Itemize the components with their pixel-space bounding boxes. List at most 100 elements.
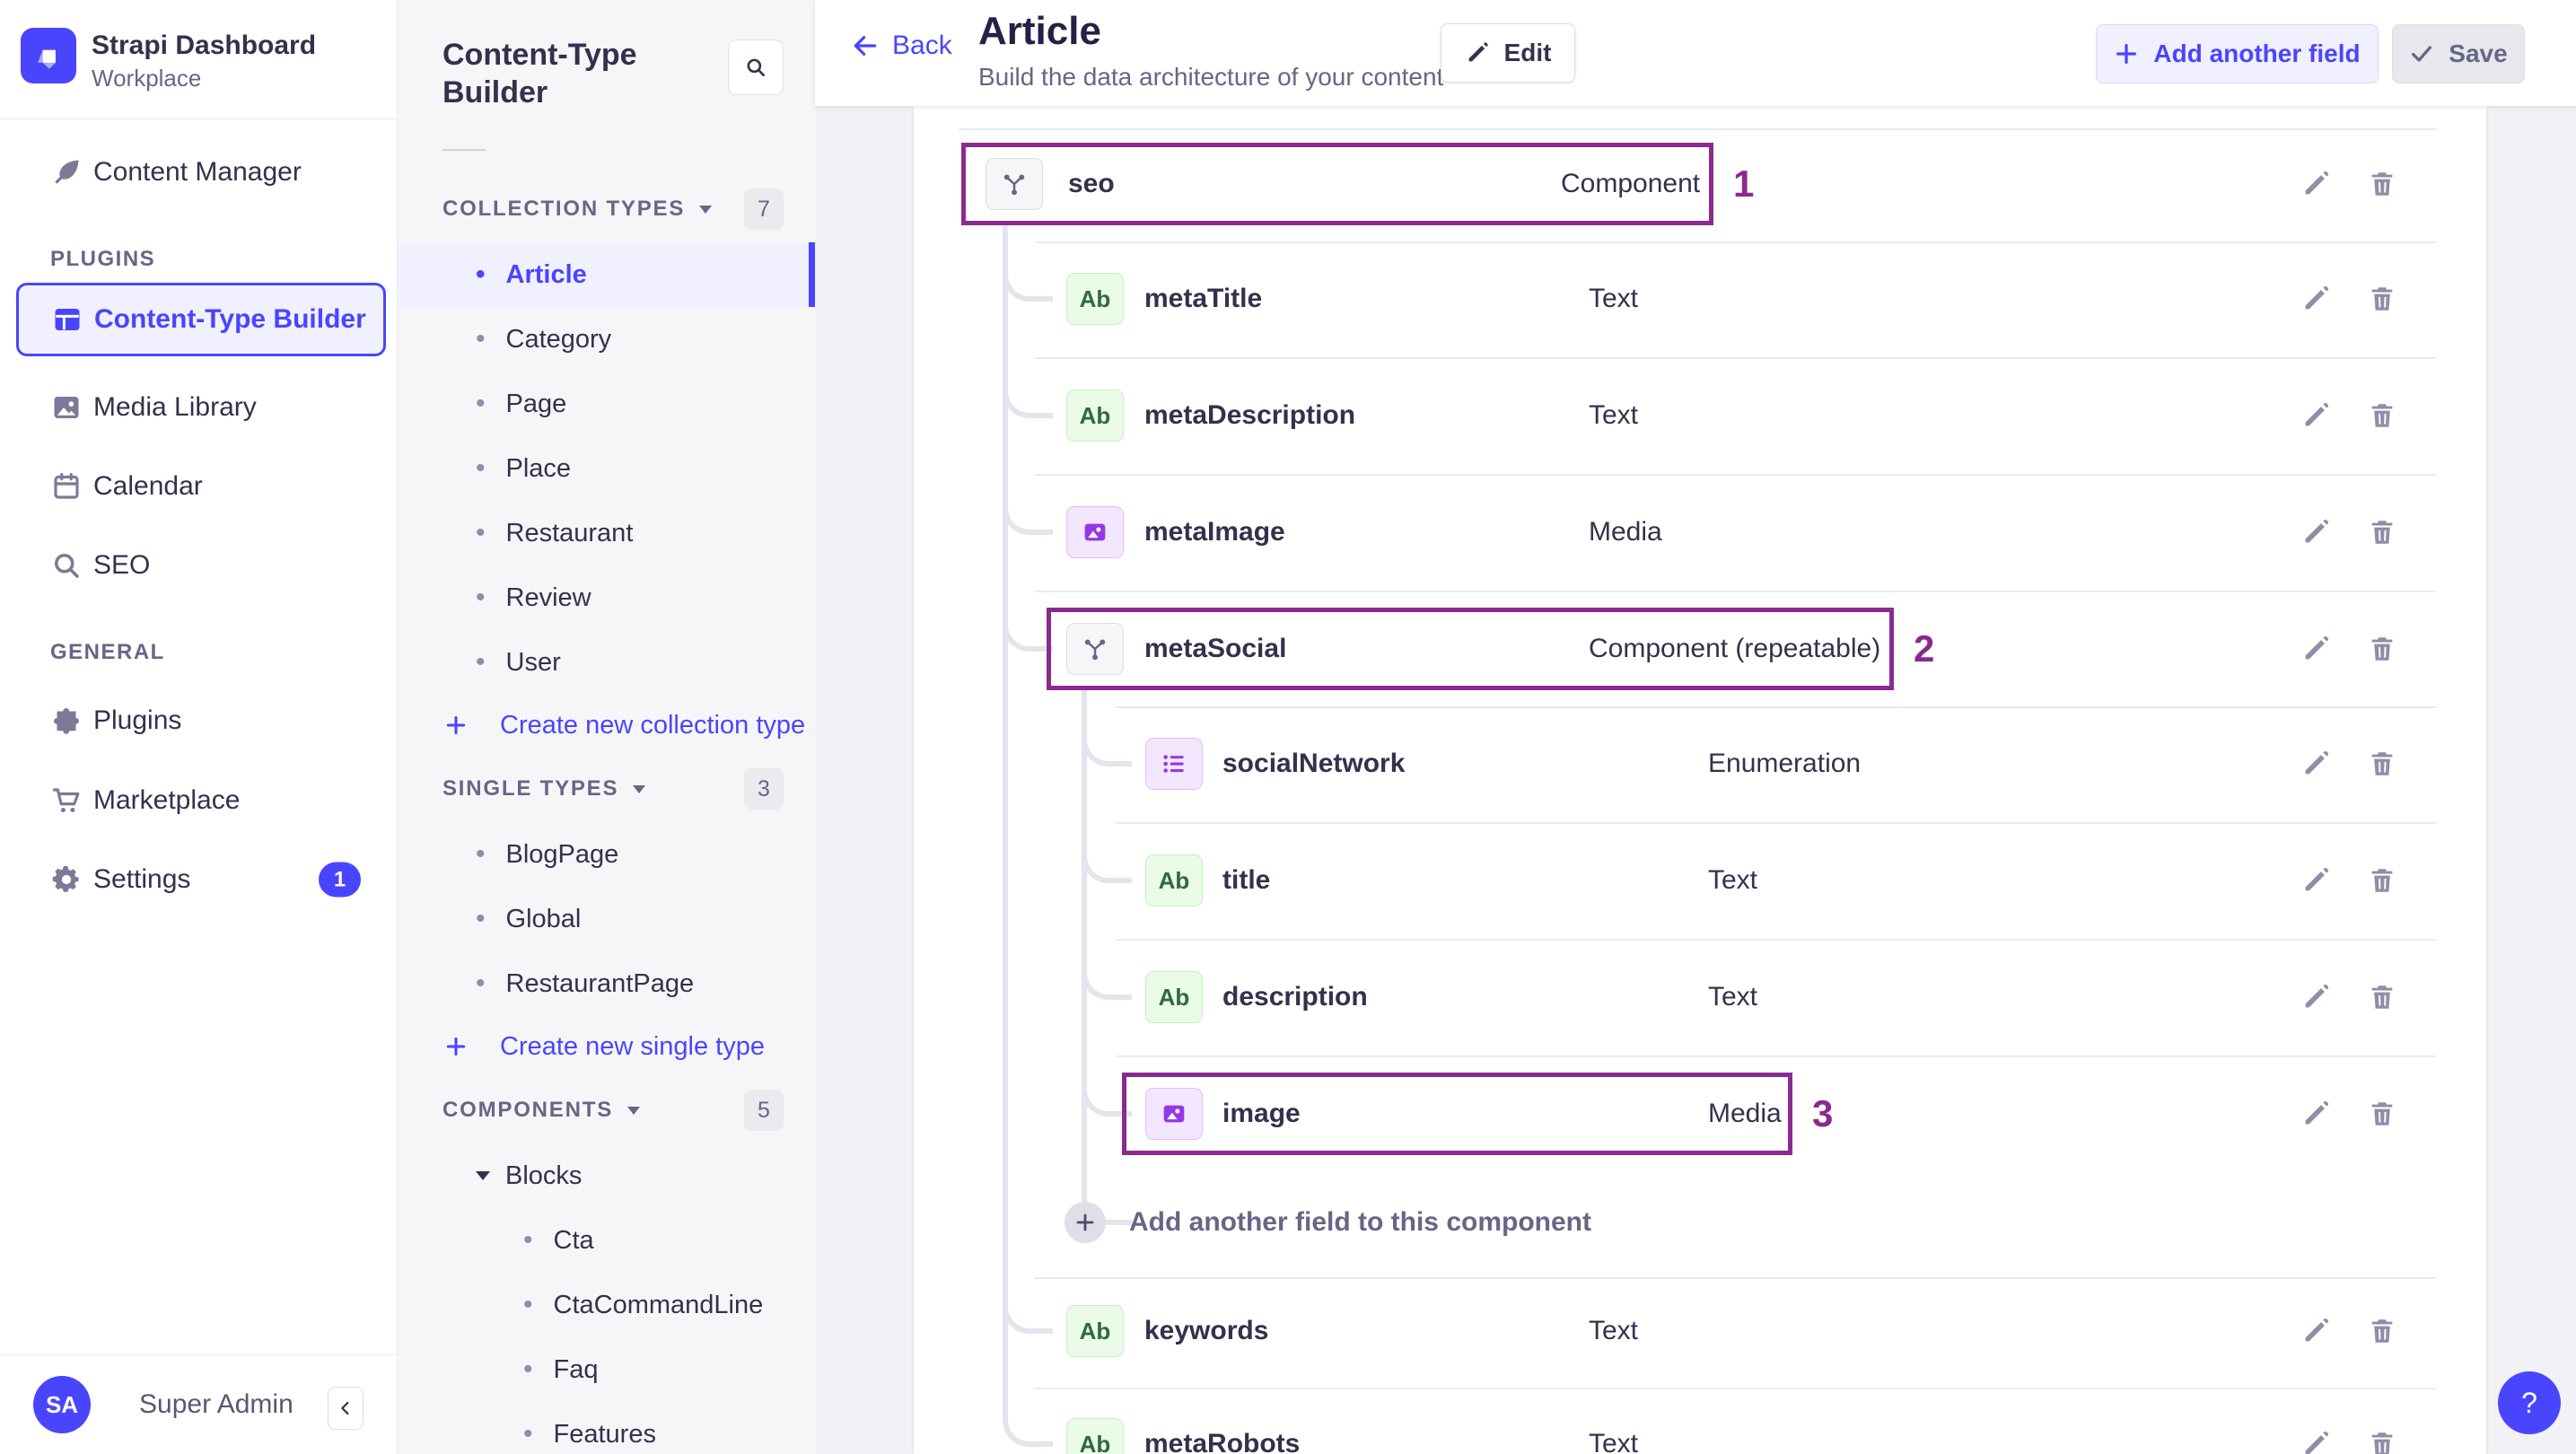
type-item-restaurantpage[interactable]: • RestaurantPage — [398, 951, 815, 1016]
row-divider — [1035, 474, 2436, 476]
type-item-review[interactable]: • Review — [398, 565, 815, 630]
edit-field-button[interactable] — [2296, 164, 2335, 204]
field-row-metaimage: metaImage Media — [914, 474, 2486, 591]
help-button[interactable]: ? — [2498, 1371, 2561, 1434]
content-type-builder-icon — [51, 303, 83, 336]
workspace-title: Strapi Dashboard — [92, 31, 317, 60]
bullet-icon: • — [476, 389, 486, 418]
pencil-icon — [2305, 402, 2329, 426]
type-item-blogpage[interactable]: • BlogPage — [398, 822, 815, 887]
save-button[interactable]: Save — [2392, 24, 2525, 83]
workspace-switcher[interactable]: Strapi Dashboard Workplace — [0, 0, 397, 119]
edit-label: Edit — [1503, 39, 1552, 66]
component-item-faq[interactable]: • Faq — [398, 1337, 815, 1402]
section-heading-components[interactable]: COMPONENTS 5 — [398, 1077, 815, 1143]
type-item-label: Place — [505, 453, 572, 483]
row-divider — [1116, 706, 2436, 708]
pencil-icon — [2305, 1100, 2329, 1125]
edit-field-button[interactable] — [2296, 977, 2335, 1017]
page-subtitle: Build the data architecture of your cont… — [978, 63, 1444, 91]
delete-field-button[interactable] — [2362, 396, 2402, 435]
bullet-icon: • — [476, 904, 486, 933]
sidebar-item-media-library[interactable]: Media Library — [0, 375, 398, 440]
edit-field-button[interactable] — [2296, 1094, 2335, 1134]
sidebar-item-label: Marketplace — [93, 785, 241, 815]
action-label: Create new single type — [500, 1031, 765, 1061]
edit-field-button[interactable] — [2296, 744, 2335, 784]
sidebar-item-plugins[interactable]: Plugins — [0, 688, 398, 753]
edit-field-button[interactable] — [2296, 1311, 2335, 1351]
sidebar-item-content-manager[interactable]: Content Manager — [0, 140, 398, 205]
ab-glyph: Ab — [1079, 1430, 1111, 1454]
edit-field-button[interactable] — [2296, 861, 2335, 900]
action-create-new-collection-type[interactable]: Create new collection type — [398, 695, 815, 756]
field-type: Text — [1589, 400, 1639, 430]
action-create-new-single-type[interactable]: Create new single type — [398, 1016, 815, 1077]
delete-field-button[interactable] — [2362, 279, 2402, 319]
sidebar-item-calendar[interactable]: Calendar — [0, 454, 398, 519]
add-field-plus-button[interactable] — [1065, 1202, 1106, 1243]
delete-field-button[interactable] — [2362, 1094, 2402, 1134]
type-item-article[interactable]: • Article — [398, 242, 815, 307]
help-label: ? — [2521, 1386, 2537, 1419]
field-type: Media — [1708, 1099, 1782, 1128]
sidebar-item-settings[interactable]: Settings 1 — [0, 847, 398, 912]
type-item-page[interactable]: • Page — [398, 372, 815, 436]
component-item-features[interactable]: • Features — [398, 1402, 815, 1454]
component-item-ctacommandline[interactable]: • CtaCommandLine — [398, 1273, 815, 1337]
user-row: SA Super Admin — [0, 1354, 398, 1454]
back-link[interactable]: Back — [851, 31, 952, 61]
edit-field-button[interactable] — [2296, 629, 2335, 669]
delete-field-button[interactable] — [2362, 629, 2402, 669]
trash-icon — [2371, 287, 2393, 311]
type-item-restaurant[interactable]: • Restaurant — [398, 501, 815, 565]
edit-field-button[interactable] — [2296, 1424, 2335, 1454]
section-heading-collection-types[interactable]: COLLECTION TYPES 7 — [398, 176, 815, 242]
sidebar-item-content-type-builder[interactable]: Content-Type Builder — [16, 283, 386, 356]
add-another-field-button[interactable]: Add another field — [2096, 24, 2379, 83]
edit-field-button[interactable] — [2296, 396, 2335, 435]
sidebar-item-marketplace[interactable]: Marketplace — [0, 768, 398, 833]
edit-field-button[interactable] — [2296, 279, 2335, 319]
strapi-logo-icon — [21, 28, 76, 83]
sidebar-item-seo[interactable]: SEO — [0, 533, 398, 598]
edit-button[interactable]: Edit — [1441, 23, 1575, 83]
pencil-icon — [1468, 42, 1488, 62]
bullet-icon: • — [523, 1225, 533, 1255]
search-button[interactable] — [728, 39, 784, 95]
section-heading-single-types[interactable]: SINGLE TYPES 3 — [398, 756, 815, 822]
type-item-user[interactable]: • User — [398, 630, 815, 695]
collapse-sidebar-button[interactable] — [328, 1387, 364, 1430]
page-title: Article — [978, 9, 1101, 53]
bullet-icon: • — [476, 324, 486, 354]
text-field-icon: Ab — [1145, 854, 1203, 907]
content-type-builder-sidebar: Content-Type Builder COLLECTION TYPES 7 • A… — [398, 0, 815, 1454]
puzzle-icon — [50, 705, 83, 737]
avatar[interactable]: SA — [33, 1376, 91, 1433]
builder-sidebar-title: Content-Type Builder — [442, 38, 637, 109]
add-field-to-component-label: Add another field to this component — [1129, 1207, 1591, 1237]
component-item-cta[interactable]: • Cta — [398, 1208, 815, 1273]
type-item-place[interactable]: • Place — [398, 436, 815, 501]
delete-field-button[interactable] — [2362, 744, 2402, 784]
divider — [442, 149, 486, 151]
type-item-category[interactable]: • Category — [398, 307, 815, 372]
component-group-blocks[interactable]: Blocks — [398, 1143, 815, 1208]
delete-field-button[interactable] — [2362, 164, 2402, 204]
chevron-left-icon — [341, 1401, 349, 1415]
delete-field-button[interactable] — [2362, 1424, 2402, 1454]
delete-field-button[interactable] — [2362, 977, 2402, 1017]
pencil-icon — [2305, 867, 2329, 891]
delete-field-button[interactable] — [2362, 861, 2402, 900]
chevron-down-icon — [476, 1171, 490, 1180]
trash-icon — [2371, 1102, 2393, 1126]
ab-glyph: Ab — [1158, 983, 1190, 1011]
add-field-to-component-row[interactable]: Add another field to this component — [914, 1164, 2486, 1281]
row-divider — [1035, 1388, 2436, 1389]
sidebar-item-label: SEO — [93, 550, 151, 580]
edit-field-button[interactable] — [2296, 512, 2335, 552]
type-item-global[interactable]: • Global — [398, 887, 815, 951]
field-type: Text — [1589, 1429, 1639, 1454]
delete-field-button[interactable] — [2362, 1311, 2402, 1351]
delete-field-button[interactable] — [2362, 512, 2402, 552]
